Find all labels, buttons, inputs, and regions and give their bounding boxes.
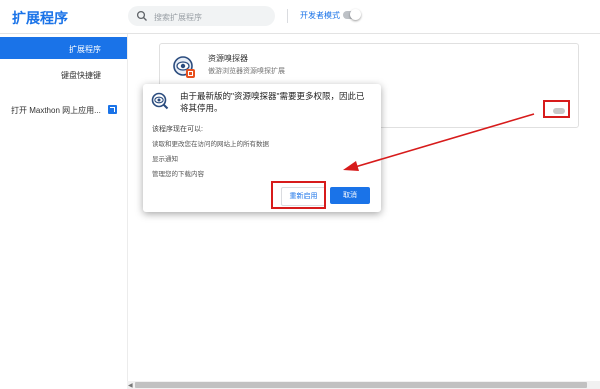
annotation-box-button (271, 181, 326, 209)
sidebar-item-extensions[interactable]: 扩展程序 (0, 37, 127, 59)
scroll-left-icon[interactable]: ◀ (128, 382, 133, 389)
sidebar-item-label: 打开 Maxthon 网上应用... (11, 106, 101, 115)
sniffer-extension-icon (173, 56, 195, 78)
permission-item: 显示通知 (152, 156, 178, 163)
scrollbar-thumb[interactable] (135, 382, 587, 388)
extension-name: 资源嗅探器 (208, 54, 248, 63)
toggle-knob (350, 9, 361, 20)
search-input[interactable] (152, 8, 271, 26)
dialog-title: 由于最新版的"资源嗅探器"需要更多权限，因此已将其停用。 (180, 91, 365, 113)
sidebar-item-shortcuts[interactable]: 键盘快捷键 (0, 63, 127, 85)
search-box[interactable] (128, 6, 275, 26)
search-icon (136, 10, 147, 21)
dev-mode-label: 开发者模式 (300, 11, 340, 20)
sidebar-item-label: 扩展程序 (69, 45, 101, 54)
cancel-button[interactable]: 取消 (330, 187, 370, 204)
permissions-dialog: 由于最新版的"资源嗅探器"需要更多权限，因此已将其停用。 该程序现在可以: 读取… (143, 84, 381, 212)
header-divider (287, 9, 288, 23)
extension-description: 傲游浏览器资源嗅探扩展 (208, 68, 285, 75)
annotation-box-toggle (543, 100, 570, 118)
sidebar-item-open-store[interactable]: 打开 Maxthon 网上应用... (0, 98, 127, 120)
permission-item: 管理您的下载内容 (152, 171, 204, 178)
sidebar: 扩展程序 键盘快捷键 打开 Maxthon 网上应用... (0, 34, 128, 389)
dev-mode-toggle[interactable] (343, 9, 361, 20)
external-link-icon (108, 105, 117, 114)
sniffer-eye-icon (151, 92, 169, 110)
sidebar-item-label: 键盘快捷键 (61, 71, 101, 80)
page-title: 扩展程序 (12, 10, 68, 26)
dialog-subtitle: 该程序现在可以: (152, 126, 203, 133)
horizontal-scrollbar[interactable]: ◀ (127, 381, 600, 389)
top-bar: 扩展程序 开发者模式 (0, 0, 600, 34)
permission-item: 读取和更改您在访问的网站上的所有数据 (152, 141, 269, 148)
